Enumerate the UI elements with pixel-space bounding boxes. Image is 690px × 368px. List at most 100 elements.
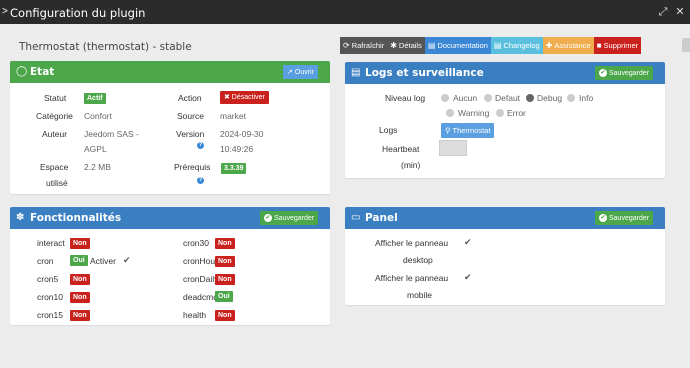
prerequis-label: Prérequis [174, 162, 211, 172]
desktop-label-line1: Afficher le panneau [375, 238, 449, 248]
mobile-label-line2: mobile [407, 290, 433, 300]
refresh-icon: ⟳ [343, 41, 350, 50]
expand-arrow-icon[interactable]: > [2, 6, 8, 17]
prerequis-badge: 3.3.39 [221, 163, 247, 174]
puzzle-icon: ✽ [16, 212, 25, 223]
espace-label-line2: utilisé [46, 178, 68, 188]
logs-save-button[interactable]: ✔ Sauvegarder [595, 66, 654, 80]
etat-panel: ◯ Etat ↗ Ouvrir Statut Actif Action ✖ Dés… [10, 61, 330, 194]
categorie-value: Confort [84, 111, 112, 121]
radio-info[interactable] [567, 94, 575, 102]
assistance-button[interactable]: ✚ Assistance [542, 37, 594, 54]
radio-defaut[interactable] [484, 94, 492, 102]
radio-error[interactable] [496, 109, 504, 117]
fonct-cron30-badge: Non [215, 238, 235, 249]
fonct-interact-label: interact [37, 238, 65, 248]
level-aucun-label: Aucun [453, 93, 478, 103]
window-title: Configuration du plugin [10, 6, 146, 20]
level-defaut-label: Defaut [495, 93, 521, 103]
cron-activer-checkbox[interactable]: ✔ [123, 255, 131, 266]
maximize-icon[interactable]: ⤢ [656, 5, 670, 19]
logs-label: Logs [379, 125, 398, 135]
action-label: Action [178, 93, 202, 103]
categorie-label: Catégorie [36, 111, 73, 121]
deactivate-button[interactable]: ✖ Désactiver [220, 91, 269, 104]
radio-aucun[interactable] [441, 94, 449, 102]
changelog-button[interactable]: ▤ Changelog [490, 37, 543, 54]
etat-panel-header: ◯ Etat ↗ Ouvrir [10, 61, 330, 83]
panel-panel: ▭ Panel ✔ Sauvegarder Afficher le panneau… [345, 207, 665, 305]
fonct-cron10-badge: Non [70, 292, 90, 303]
level-info-label: Info [579, 93, 594, 103]
version-help-icon[interactable]: ? [197, 142, 204, 149]
niveau-log-label: Niveau log [385, 93, 426, 103]
fonct-cron5-badge: Non [70, 274, 90, 285]
delete-button[interactable]: ■ Supprimer [593, 37, 642, 54]
mobile-panel-checkbox[interactable]: ✔ [464, 272, 472, 283]
fonct-cron15-label: cron15 [37, 310, 63, 320]
logs-panel: ▤ Logs et surveillance ✔ Sauvegarder Nive… [345, 62, 665, 178]
fonct-panel-header: ✽ Fonctionnalités ✔ Sauvegarder [10, 207, 330, 229]
fonct-cron10-label: cron10 [37, 292, 63, 302]
fonct-save-button[interactable]: ✔ Sauvegarder [260, 211, 319, 225]
plugin-title: Thermostat (thermostat) - stable [19, 41, 192, 53]
espace-value: 2.2 MB [84, 162, 111, 172]
cron-activer-label: Activer [90, 256, 116, 266]
fonct-cron-label: cron [37, 256, 54, 266]
level-debug-label: Debug [537, 93, 563, 103]
version-date: 2024-09-30 [220, 129, 264, 139]
thermostat-log-button[interactable]: ⚲ Thermostat [441, 123, 495, 138]
link-icon: ↗ [287, 69, 293, 76]
book-icon: ▤ [427, 41, 436, 50]
heartbeat-label-line2: (min) [401, 160, 421, 170]
fonct-health-badge: Non [215, 310, 235, 321]
book-icon: ▤ [493, 41, 502, 50]
fonct-deadcmd-label: deadcmd [183, 292, 218, 302]
fonct-panel-title: Fonctionnalités [30, 212, 122, 224]
fonct-health-label: health [183, 310, 207, 320]
statut-badge: Actif [84, 93, 106, 104]
assistance-icon: ✚ [545, 41, 553, 50]
radio-debug[interactable] [526, 94, 534, 102]
check-icon: ✔ [599, 214, 607, 222]
fonct-cron5-label: cron5 [37, 274, 59, 284]
fonct-interact-badge: Non [70, 238, 90, 249]
mobile-label-line1: Afficher le panneau [375, 273, 449, 283]
panel-panel-title: Panel [365, 212, 398, 224]
fonct-cron30-label: cron30 [183, 238, 209, 248]
fonct-crondaily-label: cronDaily [183, 274, 219, 284]
auteur-value-line2: AGPL [84, 144, 107, 154]
fonct-cronhourly-badge: Non [215, 256, 235, 267]
file-icon: ▤ [351, 67, 361, 78]
paperclip-icon: ⚲ [445, 126, 451, 135]
fonctionnalites-panel: ✽ Fonctionnalités ✔ Sauvegarder interact … [10, 207, 330, 325]
fonct-crondaily-badge: Non [215, 274, 235, 285]
window-icon: ▭ [351, 212, 361, 223]
refresh-button[interactable]: ⟳ Rafraîchir [340, 37, 388, 54]
logs-panel-title: Logs et surveillance [365, 67, 484, 79]
heartbeat-input[interactable] [439, 140, 467, 156]
fonct-cron15-badge: Non [70, 310, 90, 321]
panel-save-button[interactable]: ✔ Sauvegarder [595, 211, 654, 225]
panel-panel-header: ▭ Panel ✔ Sauvegarder [345, 207, 665, 229]
desktop-label-line2: desktop [403, 255, 433, 265]
scroll-tab[interactable] [682, 38, 690, 52]
auteur-value-line1: Jeedom SAS - [84, 129, 139, 139]
desktop-panel-checkbox[interactable]: ✔ [464, 237, 472, 248]
details-icon: ✱ [390, 41, 397, 50]
window-titlebar: > Configuration du plugin ⤢ ✕ [0, 0, 690, 24]
open-button[interactable]: ↗ Ouvrir [283, 65, 318, 79]
espace-label-line1: Espace [40, 162, 69, 172]
radio-warning[interactable] [446, 109, 454, 117]
fonct-deadcmd-badge: Oui [215, 291, 233, 302]
source-label: Source [177, 111, 204, 121]
auteur-label: Auteur [42, 129, 68, 139]
details-button[interactable]: ✱ Détails [387, 37, 425, 54]
close-icon[interactable]: ✕ [673, 5, 687, 19]
level-warning-label: Warning [458, 108, 490, 118]
prerequis-help-icon[interactable]: ? [197, 177, 204, 184]
version-label: Version [176, 129, 205, 139]
documentation-button[interactable]: ▤ Documentation [424, 37, 491, 54]
plugin-toolbar: ⟳ Rafraîchir ✱ Détails ▤ Documentation ▤ Cha… [340, 37, 642, 54]
trash-icon: ■ [596, 41, 602, 50]
